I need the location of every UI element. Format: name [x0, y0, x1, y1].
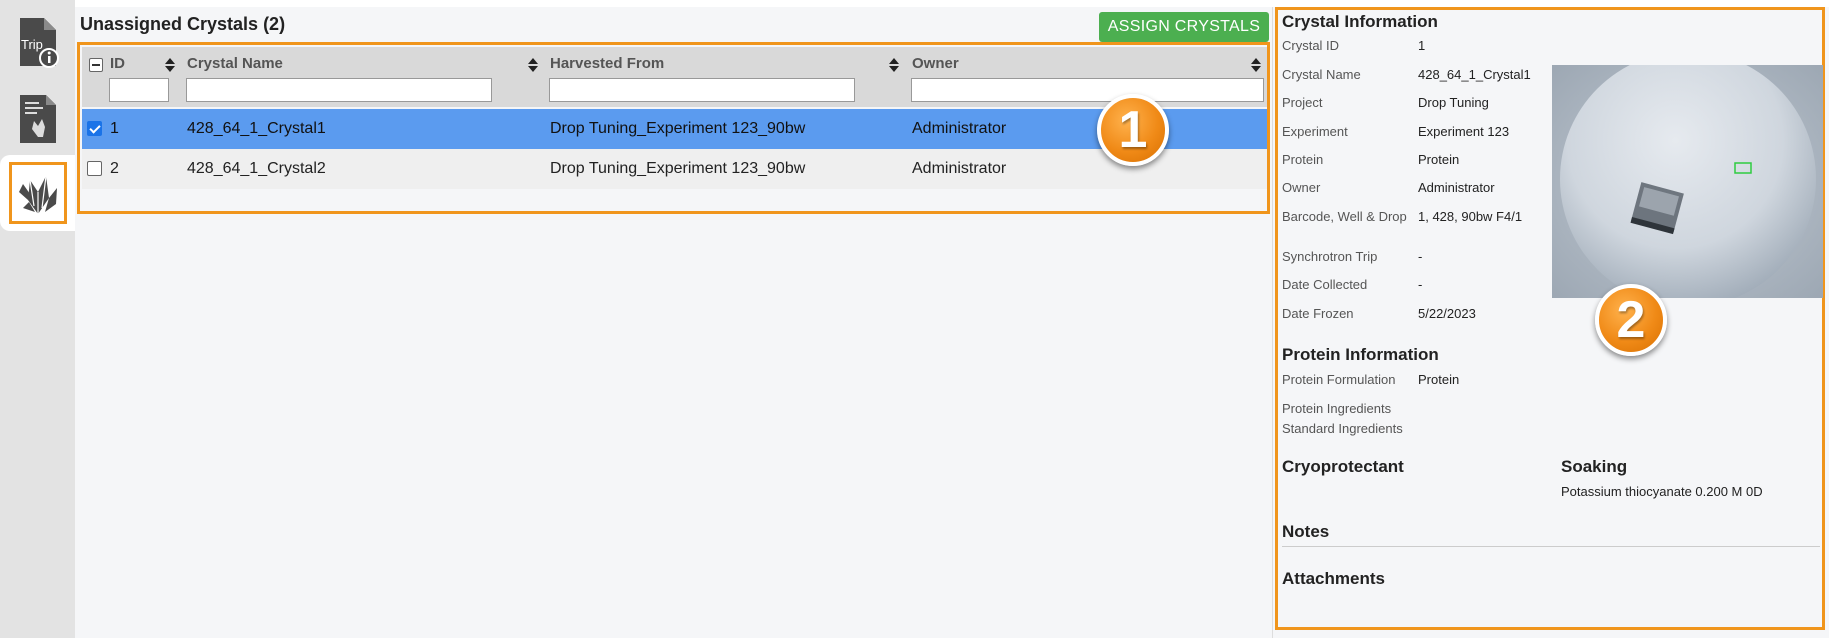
filter-input-owner[interactable] [911, 78, 1264, 102]
crystal-details-panel: Crystal Information Crystal ID 1 Crystal… [1275, 7, 1825, 630]
field-value: 5/22/2023 [1418, 306, 1476, 321]
filter-input-harvested-from[interactable] [549, 78, 855, 102]
column-header-id[interactable]: ID [110, 55, 125, 72]
column-header-owner[interactable]: Owner [912, 55, 959, 72]
crystal-document-icon [19, 95, 56, 143]
trip-info-icon: Trip [19, 18, 59, 68]
filter-input-id[interactable] [109, 78, 169, 102]
protein-ingredients-label: Protein Ingredients [1282, 401, 1392, 416]
callout-badge-2: 2 [1595, 284, 1667, 356]
field-value: - [1418, 277, 1423, 292]
soaking-value: Potassium thiocyanate 0.200 M 0D [1561, 484, 1763, 499]
cell-harvested-from: Drop Tuning_Experiment 123_90bw [550, 120, 806, 137]
icon-rail: Trip [0, 0, 75, 638]
attachments-title: Attachments [1282, 569, 1385, 588]
field-label: Crystal Name [1282, 67, 1361, 82]
field-label: Date Frozen [1282, 306, 1354, 321]
field-value: Protein [1418, 152, 1460, 167]
callout-badge-1: 1 [1097, 94, 1169, 166]
trip-info-tab[interactable]: Trip [0, 12, 75, 72]
field-value: Administrator [1418, 180, 1495, 195]
field-value: 1 [1418, 38, 1426, 53]
cell-harvested-from: Drop Tuning_Experiment 123_90bw [550, 160, 806, 177]
crystals-tab[interactable] [0, 155, 75, 231]
crystal-image[interactable] [1552, 65, 1823, 298]
crystal-drop-image [1552, 65, 1823, 298]
assign-crystals-button[interactable]: ASSIGN CRYSTALS [1099, 12, 1269, 42]
trip-icon-text: Trip [21, 37, 43, 52]
protein-formulation-label: Protein Formulation [1282, 372, 1396, 387]
column-header-crystal-name[interactable]: Crystal Name [187, 55, 283, 72]
field-label: Protein [1282, 152, 1324, 167]
notes-title: Notes [1282, 522, 1330, 541]
field-value: Drop Tuning [1418, 95, 1489, 110]
crystals-icon [18, 175, 57, 214]
cell-owner: Administrator [912, 160, 1007, 177]
panel-divider [1272, 7, 1273, 638]
sort-icon[interactable] [527, 57, 539, 73]
crystals-grid: ID Crystal Name Harvested From Owner 1 4… [77, 42, 1270, 214]
cell-crystal-name: 428_64_1_Crystal1 [187, 120, 326, 137]
protein-information-title: Protein Information [1282, 345, 1439, 364]
field-label: Owner [1282, 180, 1321, 195]
standard-ingredients-label: Standard Ingredients [1282, 421, 1403, 436]
field-label: Date Collected [1282, 277, 1368, 292]
cell-owner: Administrator [912, 120, 1007, 137]
crystals-tab-highlight [8, 162, 67, 224]
field-value: Experiment 123 [1418, 124, 1510, 139]
top-strip [75, 0, 1829, 7]
notes-divider [1282, 546, 1820, 547]
soaking-title: Soaking [1561, 457, 1628, 476]
column-header-harvested-from[interactable]: Harvested From [550, 55, 664, 72]
table-row[interactable]: 2 428_64_1_Crystal2 Drop Tuning_Experime… [82, 149, 1267, 189]
cell-id: 2 [110, 160, 119, 177]
row-checkbox[interactable] [87, 161, 102, 176]
grid-header: ID Crystal Name Harvested From Owner [82, 47, 1267, 107]
table-row[interactable]: 1 428_64_1_Crystal1 Drop Tuning_Experime… [82, 109, 1267, 149]
filter-input-crystal-name[interactable] [186, 78, 492, 102]
field-label: Experiment [1282, 124, 1348, 139]
harvest-document-tab[interactable] [0, 88, 75, 150]
cryoprotectant-title: Cryoprotectant [1282, 457, 1404, 476]
field-label: Synchrotron Trip [1282, 249, 1378, 264]
select-all-checkbox[interactable] [89, 58, 103, 72]
field-value: 1, 428, 90bw F4/1 [1418, 209, 1523, 224]
field-label: Barcode, Well & Drop [1282, 209, 1407, 224]
field-value: 428_64_1_Crystal1 [1418, 67, 1531, 82]
crystal-information-title: Crystal Information [1282, 12, 1438, 31]
protein-formulation-value: Protein [1418, 372, 1460, 387]
field-label: Project [1282, 95, 1323, 110]
unassigned-crystals-title: Unassigned Crystals (2) [80, 14, 286, 34]
cell-id: 1 [110, 120, 119, 137]
app-frame: Trip Unassigned Crystals (2) ASSIGN CRYS… [0, 0, 1829, 638]
field-value: - [1418, 249, 1423, 264]
row-checkbox[interactable] [87, 121, 102, 136]
cell-crystal-name: 428_64_1_Crystal2 [187, 160, 326, 177]
sort-icon[interactable] [888, 57, 900, 73]
field-label: Crystal ID [1282, 38, 1340, 53]
sort-icon[interactable] [1250, 57, 1262, 73]
sort-icon[interactable] [164, 57, 176, 73]
